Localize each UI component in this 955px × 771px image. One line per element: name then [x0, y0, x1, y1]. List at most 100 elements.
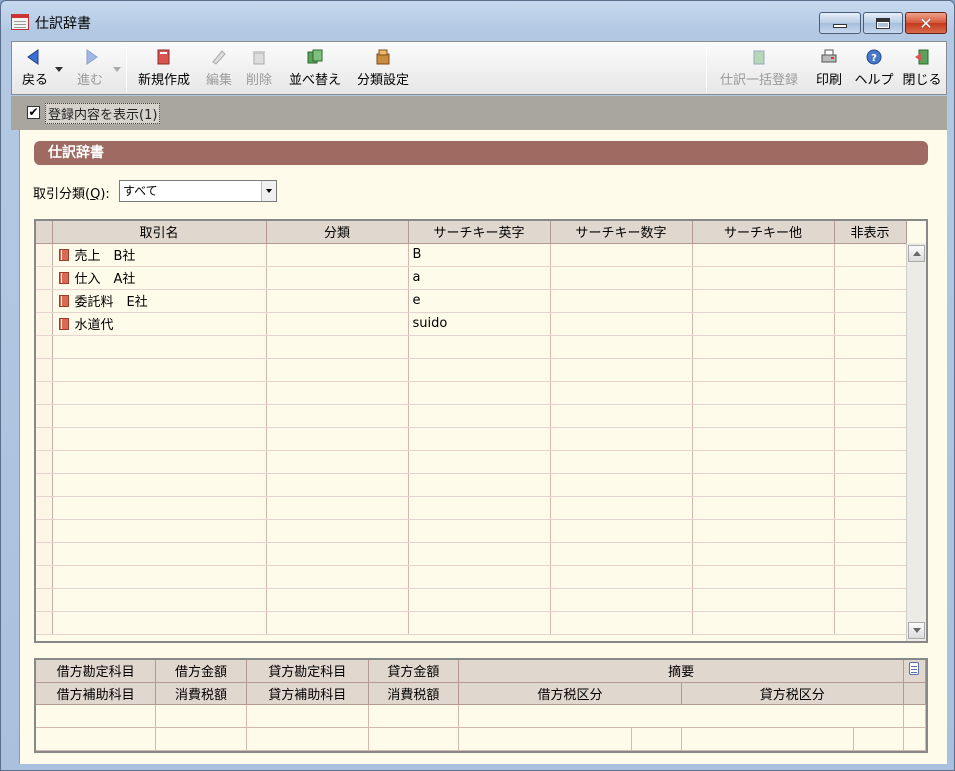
empty-cell[interactable]: [550, 358, 693, 382]
help-button[interactable]: ? ヘルプ: [854, 46, 894, 92]
category-settings-button[interactable]: 分類設定: [352, 46, 414, 92]
empty-table-row[interactable]: [36, 588, 907, 612]
empty-cell[interactable]: [266, 404, 409, 428]
empty-cell[interactable]: [692, 335, 835, 359]
detail-cell[interactable]: [458, 727, 632, 751]
empty-cell[interactable]: [52, 473, 267, 497]
empty-table-row[interactable]: [36, 381, 907, 405]
empty-cell[interactable]: [692, 496, 835, 520]
row-header[interactable]: [36, 381, 53, 405]
chevron-down-icon[interactable]: [261, 181, 276, 201]
row-header[interactable]: [36, 289, 53, 313]
scroll-up-icon[interactable]: [908, 245, 925, 262]
detail-cell[interactable]: [155, 727, 247, 751]
cell-name[interactable]: 水道代: [52, 312, 267, 336]
empty-cell[interactable]: [834, 588, 907, 612]
empty-cell[interactable]: [550, 496, 693, 520]
cell-hidden[interactable]: [834, 289, 907, 313]
row-header[interactable]: [36, 542, 53, 566]
row-header[interactable]: [36, 358, 53, 382]
detail-cell[interactable]: [36, 704, 157, 728]
empty-cell[interactable]: [692, 427, 835, 451]
empty-cell[interactable]: [550, 565, 693, 589]
cell-hidden[interactable]: [834, 243, 907, 267]
detail-memo-button[interactable]: [903, 660, 926, 683]
empty-cell[interactable]: [550, 542, 693, 566]
empty-cell[interactable]: [692, 519, 835, 543]
detail-cell[interactable]: [853, 727, 904, 751]
row-header[interactable]: [36, 473, 53, 497]
cell-key-alpha[interactable]: a: [408, 266, 551, 290]
empty-cell[interactable]: [52, 427, 267, 451]
detail-cell[interactable]: [681, 727, 855, 751]
row-header[interactable]: [36, 588, 53, 612]
empty-cell[interactable]: [550, 381, 693, 405]
empty-table-row[interactable]: [36, 404, 907, 428]
empty-cell[interactable]: [52, 335, 267, 359]
cell-category[interactable]: [266, 312, 409, 336]
cell-key-alpha[interactable]: suido: [408, 312, 551, 336]
col-header-key-alpha[interactable]: サーチキー英字: [408, 221, 551, 244]
detail-cell[interactable]: [458, 704, 904, 728]
empty-cell[interactable]: [266, 565, 409, 589]
empty-cell[interactable]: [408, 611, 551, 635]
row-header[interactable]: [36, 565, 53, 589]
empty-cell[interactable]: [834, 404, 907, 428]
table-row[interactable]: 仕入 A社 a: [36, 266, 907, 290]
empty-cell[interactable]: [408, 542, 551, 566]
new-button[interactable]: 新規作成: [132, 46, 196, 92]
row-header[interactable]: [36, 519, 53, 543]
empty-table-row[interactable]: [36, 611, 907, 635]
back-button[interactable]: 戻る: [16, 46, 54, 92]
empty-cell[interactable]: [52, 358, 267, 382]
empty-cell[interactable]: [692, 611, 835, 635]
empty-cell[interactable]: [52, 588, 267, 612]
detail-cell[interactable]: [368, 727, 460, 751]
table-row[interactable]: 委託料 E社 e: [36, 289, 907, 313]
col-header-name[interactable]: 取引名: [52, 221, 267, 244]
cell-category[interactable]: [266, 289, 409, 313]
empty-cell[interactable]: [52, 381, 267, 405]
cell-key-num[interactable]: [550, 243, 693, 267]
cell-hidden[interactable]: [834, 312, 907, 336]
empty-cell[interactable]: [692, 358, 835, 382]
empty-cell[interactable]: [52, 519, 267, 543]
cell-name[interactable]: 委託料 E社: [52, 289, 267, 313]
empty-table-row[interactable]: [36, 565, 907, 589]
table-row[interactable]: 売上 B社 B: [36, 243, 907, 267]
close-button[interactable]: 閉じる: [900, 46, 944, 92]
empty-cell[interactable]: [550, 588, 693, 612]
empty-cell[interactable]: [266, 588, 409, 612]
row-header[interactable]: [36, 427, 53, 451]
cell-key-other[interactable]: [692, 289, 835, 313]
empty-cell[interactable]: [266, 496, 409, 520]
empty-cell[interactable]: [692, 473, 835, 497]
empty-cell[interactable]: [408, 335, 551, 359]
empty-cell[interactable]: [52, 542, 267, 566]
empty-table-row[interactable]: [36, 496, 907, 520]
empty-cell[interactable]: [550, 335, 693, 359]
vertical-scrollbar[interactable]: [906, 243, 926, 641]
empty-cell[interactable]: [266, 427, 409, 451]
empty-cell[interactable]: [834, 335, 907, 359]
cell-hidden[interactable]: [834, 266, 907, 290]
empty-cell[interactable]: [550, 519, 693, 543]
empty-cell[interactable]: [692, 404, 835, 428]
empty-cell[interactable]: [550, 473, 693, 497]
empty-table-row[interactable]: [36, 358, 907, 382]
empty-cell[interactable]: [408, 588, 551, 612]
empty-cell[interactable]: [550, 427, 693, 451]
empty-cell[interactable]: [266, 519, 409, 543]
empty-cell[interactable]: [834, 542, 907, 566]
empty-cell[interactable]: [266, 335, 409, 359]
empty-cell[interactable]: [408, 450, 551, 474]
empty-cell[interactable]: [266, 450, 409, 474]
row-header[interactable]: [36, 266, 53, 290]
empty-cell[interactable]: [408, 565, 551, 589]
show-contents-checkbox[interactable]: ✔: [27, 106, 40, 119]
empty-cell[interactable]: [834, 519, 907, 543]
empty-cell[interactable]: [834, 611, 907, 635]
empty-cell[interactable]: [834, 473, 907, 497]
row-header[interactable]: [36, 611, 53, 635]
detail-cell[interactable]: [631, 727, 682, 751]
